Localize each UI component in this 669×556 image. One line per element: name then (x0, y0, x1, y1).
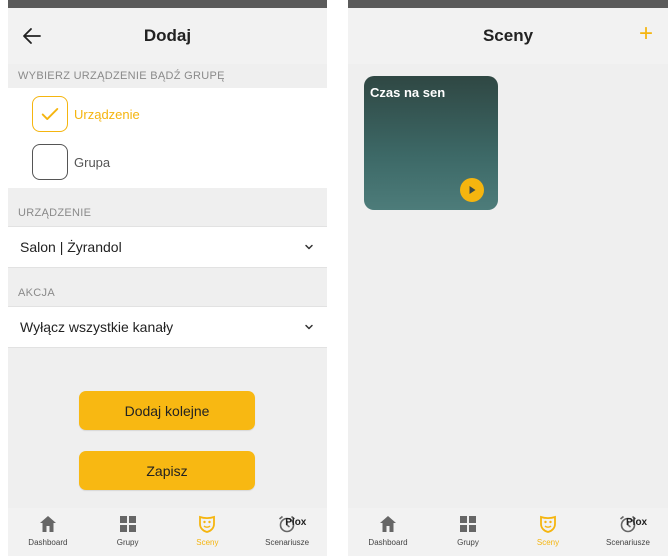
checkmark-icon (41, 108, 59, 120)
tab-groups[interactable]: Grupy (88, 508, 168, 556)
option-device-label: Urządzenie (74, 106, 140, 122)
play-scene-button[interactable] (460, 178, 484, 202)
tab-scenes[interactable]: Sceny (168, 508, 248, 556)
scene-name: Czas na sen (370, 85, 446, 100)
tab-label: Sceny (536, 538, 560, 547)
option-device[interactable]: Urządzenie (32, 96, 140, 132)
home-icon (380, 516, 396, 532)
chevron-down-icon (305, 244, 313, 250)
add-scene-plus-icon[interactable]: + (634, 22, 658, 46)
page-title: Dodaj (143, 26, 192, 45)
device-select-value: Salon | Żyrandol (20, 239, 122, 255)
save-button[interactable]: Zapisz (79, 451, 255, 490)
bottom-tab-bar: Dashboard Grupy Sceny Plox Scenariusze (8, 508, 327, 556)
tab-scenarios[interactable]: Plox Scenariusze (588, 508, 668, 556)
chevron-down-icon (305, 324, 313, 330)
home-icon (39, 516, 56, 532)
back-arrow-icon[interactable] (20, 24, 44, 48)
action-select[interactable]: Wyłącz wszystkie kanały (8, 306, 327, 348)
scene-card[interactable]: Czas na sen (364, 76, 498, 210)
tab-groups[interactable]: Grupy (428, 508, 508, 556)
bottom-tab-bar: Dashboard Grupy Sceny Plox Scenariusze (348, 508, 668, 556)
theater-mask-icon (199, 515, 216, 533)
tab-scenarios[interactable]: Plox Scenariusze (247, 508, 327, 556)
tab-label: Grupy (457, 538, 479, 547)
tab-dashboard[interactable]: Dashboard (348, 508, 428, 556)
choose-section-label: WYBIERZ URZĄDZENIE BĄDŹ GRUPĘ (8, 64, 327, 88)
page-title: Sceny (482, 26, 534, 45)
status-bar (8, 0, 327, 8)
device-checkbox[interactable] (32, 96, 68, 132)
device-or-group-options: Urządzenie Grupa (8, 88, 327, 188)
tab-label: Dashboard (28, 538, 68, 547)
tab-scenes[interactable]: Sceny (508, 508, 588, 556)
play-icon (469, 186, 476, 194)
add-scene-screen: Dodaj WYBIERZ URZĄDZENIE BĄDŹ GRUPĘ Urzą… (8, 0, 327, 556)
tab-label: Scenariusze (605, 538, 651, 547)
app-bar: Sceny + (348, 8, 668, 64)
device-section-label: URZĄDZENIE (8, 188, 327, 226)
status-bar (348, 0, 668, 8)
option-group[interactable]: Grupa (32, 144, 110, 180)
option-group-label: Grupa (74, 154, 111, 170)
device-select[interactable]: Salon | Żyrandol (8, 226, 327, 268)
tab-label: Scenariusze (265, 538, 310, 547)
action-select-value: Wyłącz wszystkie kanały (20, 319, 174, 335)
theater-mask-icon (540, 515, 556, 533)
tab-label: Sceny (196, 538, 219, 547)
plox-watermark: Plox (285, 517, 307, 528)
tab-dashboard[interactable]: Dashboard (8, 508, 88, 556)
tab-label: Dashboard (368, 538, 408, 547)
action-section-label: AKCJA (8, 268, 327, 306)
grid-icon (119, 516, 136, 532)
tab-label: Grupy (116, 538, 139, 547)
app-bar: Dodaj (8, 8, 327, 64)
scenes-screen: Sceny + Czas na sen Dashboard Grupy Scen… (348, 0, 668, 556)
group-checkbox[interactable] (32, 144, 68, 180)
grid-icon (460, 516, 476, 532)
plox-watermark: Plox (626, 517, 648, 528)
add-more-button[interactable]: Dodaj kolejne (79, 391, 255, 430)
